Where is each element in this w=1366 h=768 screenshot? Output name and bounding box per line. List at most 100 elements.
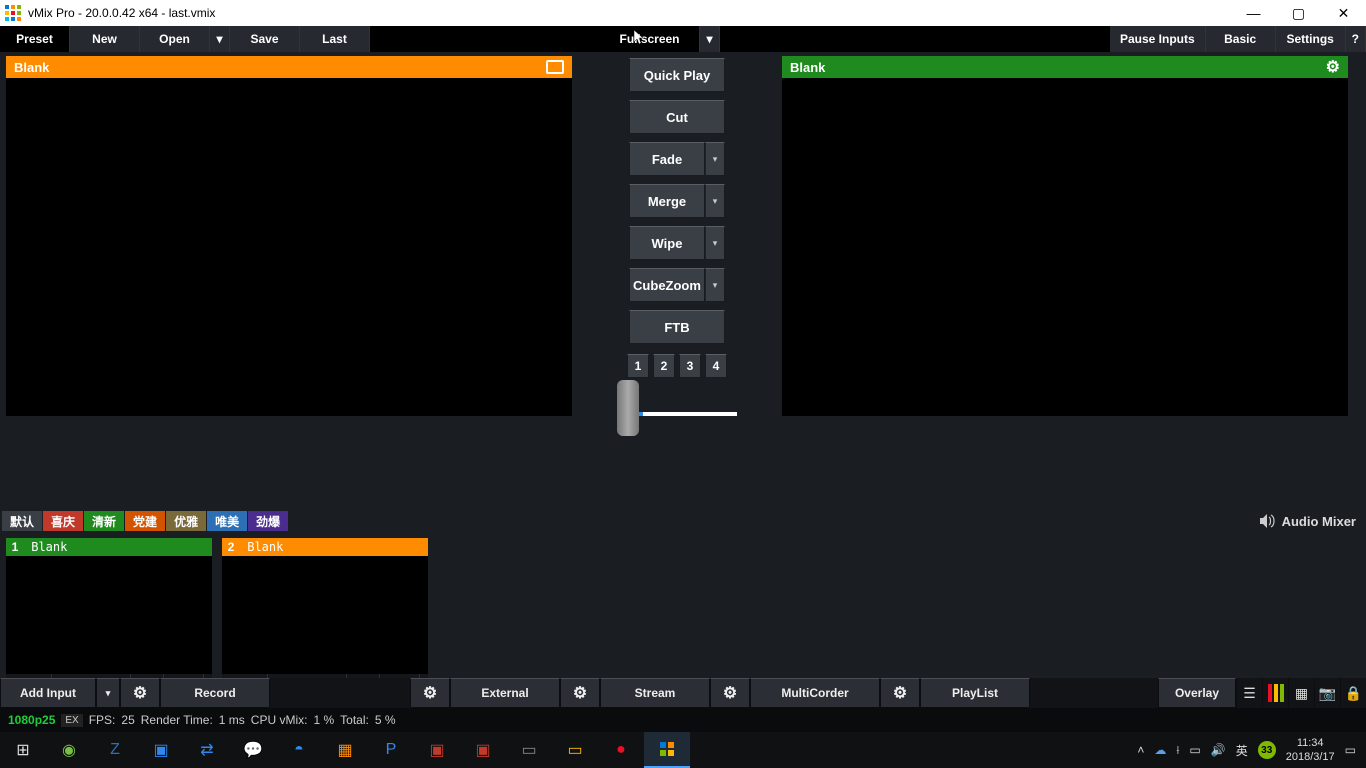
fullscreen-dropdown[interactable]: ▾ xyxy=(700,26,720,52)
external-settings-button[interactable]: ⚙ xyxy=(560,678,600,708)
audio-meters-icon[interactable] xyxy=(1262,678,1288,708)
preview-window-icon[interactable] xyxy=(546,60,564,74)
overlay-button[interactable]: Overlay xyxy=(1158,678,1236,708)
input-thumbnail[interactable] xyxy=(6,556,212,674)
program-gear-icon[interactable]: ⚙ xyxy=(1326,57,1340,77)
overlay-1-button[interactable]: 1 xyxy=(627,354,649,378)
add-input-button[interactable]: Add Input xyxy=(0,678,96,708)
preview-title: Blank xyxy=(14,60,49,75)
quick-play-button[interactable]: Quick Play xyxy=(629,58,725,92)
fade-button[interactable]: Fade xyxy=(629,142,705,176)
help-button[interactable]: ? xyxy=(1346,26,1366,52)
wipe-button[interactable]: Wipe xyxy=(629,226,705,260)
window-titlebar: vMix Pro - 20.0.0.42 x64 - last.vmix — ▢… xyxy=(0,0,1366,26)
category-tab[interactable]: 清新 xyxy=(84,511,124,531)
taskbar-app-icon[interactable]: Z xyxy=(92,732,138,768)
merge-dropdown[interactable]: ▾ xyxy=(705,184,725,218)
category-tab[interactable]: 党建 xyxy=(125,511,165,531)
overlay-3-button[interactable]: 3 xyxy=(679,354,701,378)
category-tab[interactable]: 喜庆 xyxy=(43,511,83,531)
program-header[interactable]: Blank ⚙ xyxy=(782,56,1348,78)
taskbar-app-icon[interactable]: P xyxy=(368,732,414,768)
overlay-4-button[interactable]: 4 xyxy=(705,354,727,378)
status-fps-label: FPS: xyxy=(89,713,116,727)
tbar-handle[interactable] xyxy=(617,380,639,436)
tray-onedrive-icon[interactable]: ☁ xyxy=(1154,743,1166,757)
input-header[interactable]: 1 Blank xyxy=(6,538,212,556)
settings-button[interactable]: Settings xyxy=(1276,26,1346,52)
open-button[interactable]: Open xyxy=(140,26,210,52)
preview-video[interactable] xyxy=(6,78,572,416)
category-tab-row: 默认喜庆清新党建优雅唯美劲爆 Audio Mixer xyxy=(0,510,1366,532)
add-input-dropdown[interactable]: ▾ xyxy=(96,678,120,708)
window-maximize-button[interactable]: ▢ xyxy=(1276,0,1321,26)
audio-mixer-button[interactable]: Audio Mixer xyxy=(1282,514,1356,529)
external-button[interactable]: External xyxy=(450,678,560,708)
taskbar-app-icon[interactable]: ▣ xyxy=(414,732,460,768)
speaker-icon[interactable] xyxy=(1258,512,1276,530)
input-settings-button[interactable]: ⚙ xyxy=(120,678,160,708)
grid-view-icon[interactable]: ▦ xyxy=(1288,678,1314,708)
taskbar-app-icon[interactable]: ▦ xyxy=(322,732,368,768)
tray-wifi-icon[interactable]: ⟊ xyxy=(1176,743,1179,758)
taskbar-app-icon[interactable]: ● xyxy=(598,732,644,768)
bottom-toolbar: Add Input ▾ ⚙ Record ⚙ External ⚙ Stream… xyxy=(0,678,1366,708)
category-tab[interactable]: 劲爆 xyxy=(248,511,288,531)
window-close-button[interactable]: ✕ xyxy=(1321,0,1366,26)
playlist-button[interactable]: PlayList xyxy=(920,678,1030,708)
tray-volume-icon[interactable]: 🔊 xyxy=(1211,743,1226,757)
stream-button[interactable]: Stream xyxy=(600,678,710,708)
tray-chevron-up-icon[interactable]: ˄ xyxy=(1137,743,1144,757)
preview-header[interactable]: Blank xyxy=(6,56,572,78)
fade-dropdown[interactable]: ▾ xyxy=(705,142,725,176)
taskbar-app-icon[interactable]: ◓ xyxy=(276,732,322,768)
tray-battery-icon[interactable]: ▭ xyxy=(1189,743,1200,757)
pause-inputs-button[interactable]: Pause Inputs xyxy=(1110,26,1206,52)
record-settings-button[interactable]: ⚙ xyxy=(410,678,450,708)
multicorder-settings-button[interactable]: ⚙ xyxy=(880,678,920,708)
input-header[interactable]: 2 Blank xyxy=(222,538,428,556)
save-button[interactable]: Save xyxy=(230,26,300,52)
taskbar-teamviewer-icon[interactable]: ⇄ xyxy=(184,732,230,768)
cut-button[interactable]: Cut xyxy=(629,100,725,134)
cubezoom-button[interactable]: CubeZoom xyxy=(629,268,705,302)
tray-badge[interactable]: 33 xyxy=(1258,741,1276,759)
preset-menu[interactable]: Preset xyxy=(0,26,70,52)
stream-settings-button[interactable]: ⚙ xyxy=(710,678,750,708)
open-dropdown[interactable]: ▾ xyxy=(210,26,230,52)
wipe-dropdown[interactable]: ▾ xyxy=(705,226,725,260)
taskbar-app-icon[interactable]: ▣ xyxy=(460,732,506,768)
input-thumbnail[interactable] xyxy=(222,556,428,674)
preview-panel: Blank xyxy=(6,56,572,438)
status-cpu: 1 % xyxy=(313,713,334,727)
taskbar-vmix-icon[interactable] xyxy=(644,732,690,768)
overlay-2-button[interactable]: 2 xyxy=(653,354,675,378)
category-tab[interactable]: 唯美 xyxy=(207,511,247,531)
taskbar-app-icon[interactable]: ▭ xyxy=(552,732,598,768)
lock-icon[interactable]: 🔒 xyxy=(1340,678,1366,708)
camera-icon[interactable]: 📷 xyxy=(1314,678,1340,708)
ftb-button[interactable]: FTB xyxy=(629,310,725,344)
tbar-slider[interactable] xyxy=(617,390,737,438)
taskbar-wechat-icon[interactable]: 💬 xyxy=(230,732,276,768)
window-minimize-button[interactable]: — xyxy=(1231,0,1276,26)
tray-notifications-icon[interactable]: ▭ xyxy=(1345,743,1356,757)
taskbar-app-icon[interactable]: ▭ xyxy=(506,732,552,768)
new-button[interactable]: New xyxy=(70,26,140,52)
program-video[interactable] xyxy=(782,78,1348,416)
list-view-icon[interactable]: ☰ xyxy=(1236,678,1262,708)
fullscreen-button[interactable]: Fullscreen xyxy=(600,26,700,52)
basic-button[interactable]: Basic xyxy=(1206,26,1276,52)
taskbar-edge-icon[interactable]: ◉ xyxy=(46,732,92,768)
category-tab[interactable]: 默认 xyxy=(2,511,42,531)
tray-clock[interactable]: 11:34 2018/3/17 xyxy=(1286,736,1335,764)
category-tab[interactable]: 优雅 xyxy=(166,511,206,531)
cubezoom-dropdown[interactable]: ▾ xyxy=(705,268,725,302)
start-button[interactable]: ⊞ xyxy=(0,732,46,768)
multicorder-button[interactable]: MultiCorder xyxy=(750,678,880,708)
merge-button[interactable]: Merge xyxy=(629,184,705,218)
record-button[interactable]: Record xyxy=(160,678,270,708)
last-button[interactable]: Last xyxy=(300,26,370,52)
tray-ime[interactable]: 英 xyxy=(1236,742,1248,759)
taskbar-app-icon[interactable]: ▣ xyxy=(138,732,184,768)
